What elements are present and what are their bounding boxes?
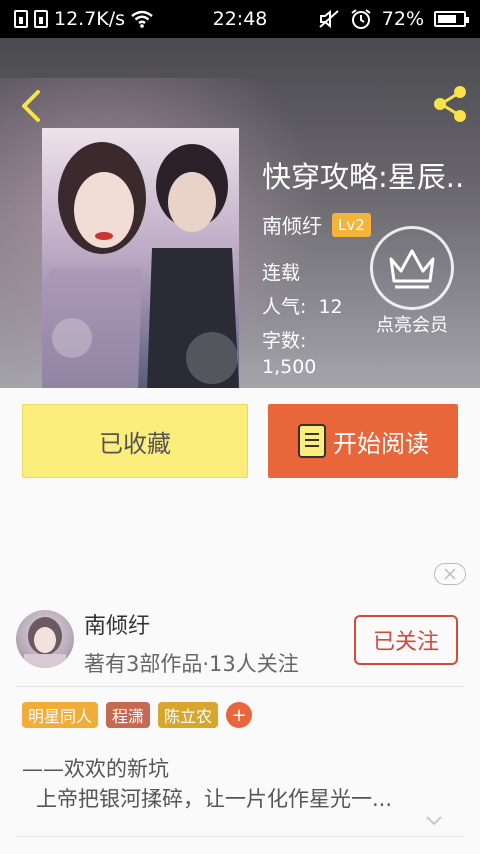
book-icon	[298, 424, 326, 458]
mute-icon	[319, 9, 339, 29]
book-cover[interactable]	[42, 128, 239, 388]
share-icon[interactable]	[430, 84, 470, 124]
followed-label: 已关注	[372, 630, 439, 655]
add-tag-icon[interactable]: +	[226, 702, 253, 728]
book-author-row: 南倾纡 Lv2	[262, 210, 371, 239]
followed-button[interactable]: 已关注	[354, 615, 458, 665]
popularity-value: 12	[318, 296, 343, 318]
wordcount-row: 字数: 1,500	[262, 328, 316, 380]
battery-icon	[434, 11, 469, 27]
chevron-down-icon[interactable]	[424, 814, 444, 828]
cover-art	[42, 128, 239, 388]
status-bar: 12.7K/s 22:48 72%	[0, 0, 480, 38]
status-right: 72%	[318, 8, 469, 30]
description-line1: ——欢欢的新坑	[22, 757, 169, 781]
battery-percent: 72%	[381, 8, 424, 30]
alarm-icon	[351, 9, 371, 29]
author-avatar[interactable]	[16, 610, 74, 668]
tag-list: 明星同人 程潇 陈立农 +	[22, 702, 253, 728]
tag-item[interactable]: 明星同人	[22, 702, 99, 728]
book-author[interactable]: 南倾纡	[262, 210, 322, 239]
start-reading-button[interactable]: 开始阅读	[268, 404, 458, 478]
crown-icon	[370, 226, 454, 310]
ad-close-icon[interactable]	[434, 563, 466, 585]
favorited-button[interactable]: 已收藏	[22, 404, 248, 478]
tag-item[interactable]: 程潇	[106, 702, 151, 728]
level-badge: Lv2	[332, 212, 371, 237]
author-card-name[interactable]: 南倾纡	[84, 608, 150, 640]
book-title: 快穿攻略:星辰..	[262, 160, 465, 194]
popularity-row: 人气: 12	[262, 292, 343, 319]
book-description[interactable]: ——欢欢的新坑 上帝把银河揉碎，让一片化作星光一...	[22, 754, 452, 814]
divider	[16, 686, 464, 687]
vip-label: 点亮会员	[376, 315, 448, 336]
author-card-meta: 著有3部作品·13人关注	[84, 652, 299, 676]
divider	[16, 836, 464, 837]
description-line2: 上帝把银河揉碎，让一片化作星光一...	[36, 787, 393, 811]
author-card: 南倾纡 著有3部作品·13人关注 已关注	[0, 600, 480, 686]
wordcount-value: 1,500	[262, 356, 317, 378]
vip-button[interactable]: 点亮会员	[370, 226, 458, 337]
book-header: 快穿攻略:星辰.. 南倾纡 Lv2 连载 人气: 12 字数: 1,500 点亮…	[0, 38, 480, 388]
popularity-label: 人气:	[262, 296, 307, 318]
start-reading-label: 开始阅读	[333, 429, 429, 458]
book-status: 连载	[262, 262, 301, 284]
wordcount-label: 字数:	[262, 330, 307, 352]
favorited-label: 已收藏	[99, 429, 171, 458]
tag-item[interactable]: 陈立农	[158, 702, 219, 728]
back-icon[interactable]	[14, 88, 50, 124]
